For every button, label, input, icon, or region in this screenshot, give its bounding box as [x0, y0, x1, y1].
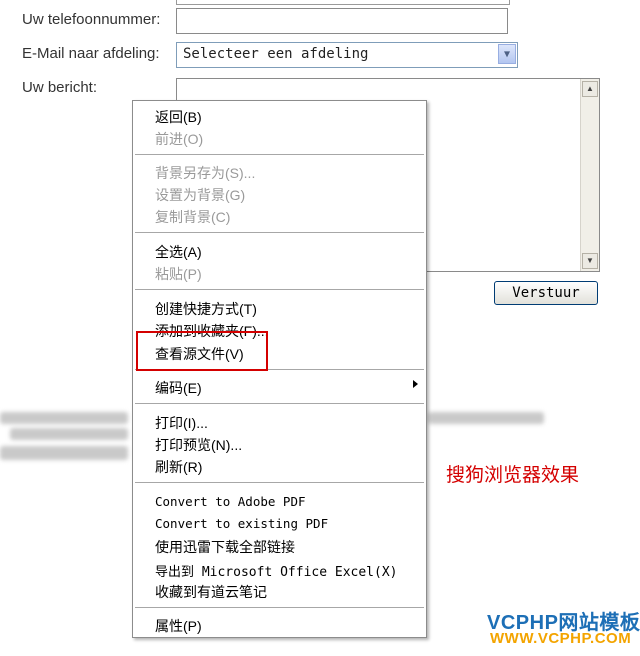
phone-input[interactable] — [176, 8, 508, 34]
menu-item-print[interactable]: 打印(I)... — [155, 413, 208, 433]
department-select[interactable]: Selecteer een afdeling ▼ — [176, 42, 518, 68]
menu-item-copy-background: 复制背景(C) — [155, 209, 231, 225]
menu-separator — [135, 403, 424, 405]
menu-item-encoding[interactable]: 编码(E) — [155, 378, 202, 398]
message-label: Uw bericht: — [22, 79, 98, 96]
menu-separator — [135, 482, 424, 484]
scroll-down-icon[interactable]: ▼ — [582, 253, 598, 269]
menu-item-forward: 前进(O) — [155, 131, 204, 147]
obscured-text — [428, 412, 544, 424]
obscured-text — [10, 428, 128, 440]
department-label: E-Mail naar afdeling: — [22, 45, 160, 62]
menu-item-thunder-download[interactable]: 使用迅雷下载全部链接 — [155, 537, 295, 557]
textarea-scrollbar[interactable]: ▲ ▼ — [580, 79, 599, 271]
menu-separator — [135, 607, 424, 609]
chevron-down-icon[interactable]: ▼ — [498, 44, 516, 64]
menu-separator — [135, 289, 424, 291]
menu-item-back[interactable]: 返回(B) — [155, 107, 202, 127]
chevron-right-icon — [413, 380, 418, 388]
menu-item-properties[interactable]: 属性(P) — [155, 616, 202, 636]
obscured-text — [0, 412, 128, 424]
obscured-text — [0, 446, 128, 460]
menu-item-save-background: 背景另存为(S)... — [155, 165, 256, 181]
annotation-note: 搜狗浏览器效果 — [446, 464, 580, 486]
menu-item-convert-existing-pdf[interactable]: Convert to existing PDF — [155, 516, 328, 531]
menu-item-refresh[interactable]: 刷新(R) — [155, 457, 202, 477]
menu-item-print-preview[interactable]: 打印预览(N)... — [155, 435, 242, 455]
menu-item-paste: 粘贴(P) — [155, 266, 202, 282]
menu-item-create-shortcut[interactable]: 创建快捷方式(T) — [155, 299, 257, 319]
menu-item-set-background: 设置为背景(G) — [155, 187, 246, 203]
department-select-value: Selecteer een afdeling — [183, 46, 369, 62]
menu-item-select-all[interactable]: 全选(A) — [155, 242, 202, 262]
scroll-up-icon[interactable]: ▲ — [582, 81, 598, 97]
watermark-url: WWW.VCPHP.COM — [490, 630, 632, 647]
menu-separator — [135, 154, 424, 156]
highlight-box — [136, 331, 268, 371]
previous-input-bottom — [176, 0, 510, 5]
menu-item-youdao-note[interactable]: 收藏到有道云笔记 — [155, 582, 267, 602]
submit-button[interactable]: Verstuur — [494, 281, 598, 305]
phone-label: Uw telefoonnummer: — [22, 11, 161, 28]
menu-separator — [135, 232, 424, 234]
menu-item-convert-pdf[interactable]: Convert to Adobe PDF — [155, 494, 306, 509]
menu-item-export-excel[interactable]: 导出到 Microsoft Office Excel(X) — [155, 561, 398, 580]
